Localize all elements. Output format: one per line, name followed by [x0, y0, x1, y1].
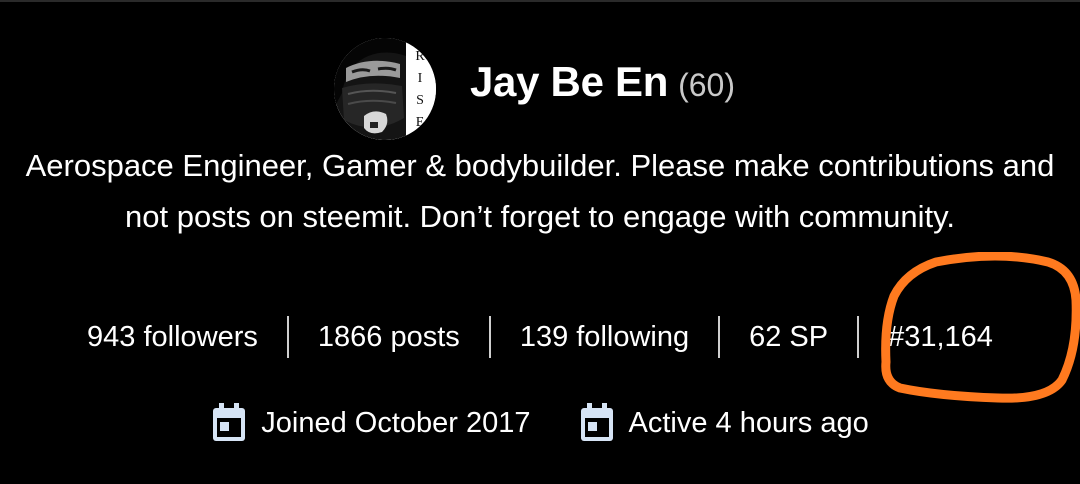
rank: #31,164	[888, 321, 993, 353]
avatar-letter-e: E	[416, 115, 425, 130]
avatar-letter-r: R	[415, 49, 425, 64]
joined-info: Joined October 2017	[211, 403, 531, 443]
reputation-score: (60)	[678, 67, 735, 103]
last-active: Active 4 hours ago	[628, 406, 869, 439]
following-count[interactable]: 139 following	[491, 314, 718, 360]
profile-name[interactable]: Jay Be En	[470, 58, 668, 105]
profile-meta: Joined October 2017 Active 4 hours ago	[40, 398, 1040, 448]
avatar-image: R I S E	[334, 38, 436, 140]
posts-count[interactable]: 1866 posts	[289, 314, 489, 360]
avatar-letter-i: I	[418, 71, 423, 86]
calendar-icon	[579, 403, 615, 443]
avatar-letter-s: S	[416, 93, 424, 108]
calendar-icon	[211, 403, 247, 443]
joined-date: Joined October 2017	[261, 406, 531, 439]
avatar[interactable]: R I S E	[334, 38, 436, 140]
profile-stats: 943 followers 1866 posts 139 following 6…	[40, 314, 1040, 360]
followers-count[interactable]: 943 followers	[87, 314, 287, 360]
profile-bio: Aerospace Engineer, Gamer & bodybuilder.…	[25, 148, 1055, 234]
active-info: Active 4 hours ago	[579, 403, 869, 443]
top-border	[0, 0, 1080, 2]
profile-title: Jay Be En (60)	[470, 58, 735, 108]
steem-power: 62 SP	[749, 321, 829, 353]
profile-header: R I S E Jay Be En (60)	[0, 30, 1080, 140]
